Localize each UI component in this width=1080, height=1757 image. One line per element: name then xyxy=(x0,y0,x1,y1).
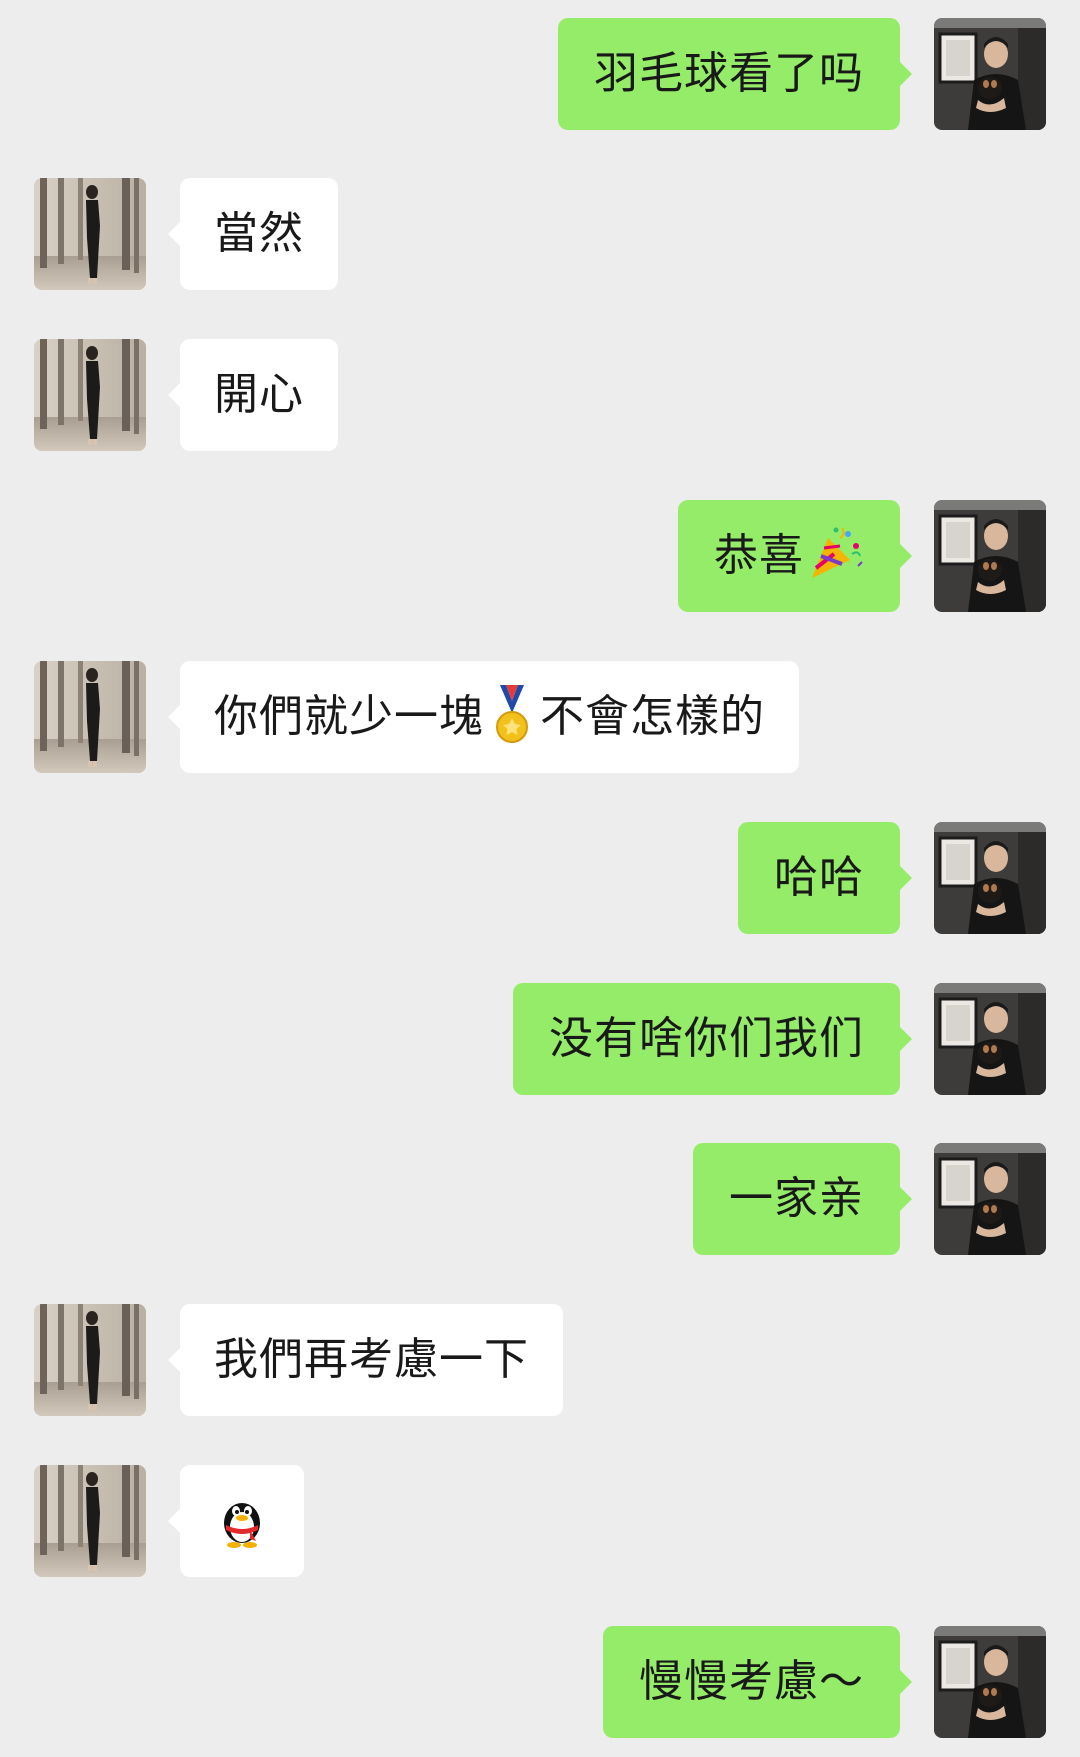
message-row-outgoing: 没有啥你们我们 xyxy=(0,983,1080,1095)
avatar-self-image xyxy=(934,1626,1046,1738)
message-row-outgoing: 恭喜 xyxy=(0,500,1080,612)
message-text: 哈哈 xyxy=(774,852,864,903)
avatar-contact[interactable] xyxy=(34,339,146,451)
message-row-incoming: 開心 xyxy=(0,339,1080,451)
avatar-contact[interactable] xyxy=(34,1465,146,1577)
avatar-contact[interactable] xyxy=(34,1304,146,1416)
message-bubble-outgoing[interactable]: 一家亲 xyxy=(693,1143,912,1255)
avatar-self-image xyxy=(934,983,1046,1095)
message-bubble-outgoing[interactable]: 恭喜 xyxy=(678,500,912,612)
message-text: 一家亲 xyxy=(729,1173,864,1224)
message-text: 當然 xyxy=(214,208,304,259)
message-row-incoming: 你們就少一塊 不會怎樣的 xyxy=(0,661,1080,773)
avatar-self[interactable] xyxy=(934,1143,1046,1255)
message-text: 慢慢考慮～ xyxy=(639,1656,864,1707)
penguin-icon xyxy=(216,1493,268,1549)
avatar-self[interactable] xyxy=(934,18,1046,130)
chat-message-list: 羽毛球看了吗 當然 開心 恭喜 你們就少一塊 不會怎樣的 哈哈 没有啥你们我们 … xyxy=(0,0,1080,1757)
message-bubble-incoming[interactable]: 我們再考慮一下 xyxy=(168,1304,563,1416)
message-row-incoming xyxy=(0,1465,1080,1577)
avatar-self[interactable] xyxy=(934,500,1046,612)
avatar-self[interactable] xyxy=(934,1626,1046,1738)
avatar-self[interactable] xyxy=(934,983,1046,1095)
avatar-self-image xyxy=(934,822,1046,934)
message-text: 羽毛球看了吗 xyxy=(594,48,864,99)
message-text: 我們再考慮一下 xyxy=(214,1334,529,1385)
message-text: 恭喜 xyxy=(714,530,804,581)
avatar-contact[interactable] xyxy=(34,178,146,290)
message-row-outgoing: 慢慢考慮～ xyxy=(0,1626,1080,1738)
message-bubble-outgoing[interactable]: 没有啥你们我们 xyxy=(513,983,912,1095)
message-row-outgoing: 哈哈 xyxy=(0,822,1080,934)
message-row-incoming: 當然 xyxy=(0,178,1080,290)
message-bubble-incoming[interactable]: 開心 xyxy=(168,339,338,451)
message-row-outgoing: 羽毛球看了吗 xyxy=(0,18,1080,130)
message-row-outgoing: 一家亲 xyxy=(0,1143,1080,1255)
avatar-self-image xyxy=(934,18,1046,130)
message-bubble-outgoing[interactable]: 慢慢考慮～ xyxy=(603,1626,912,1738)
message-bubble-outgoing[interactable]: 哈哈 xyxy=(738,822,912,934)
party-popper-icon xyxy=(804,524,864,584)
avatar-self[interactable] xyxy=(934,822,1046,934)
message-bubble-incoming[interactable]: 當然 xyxy=(168,178,338,290)
message-text: 開心 xyxy=(214,369,304,420)
gold-medal-icon xyxy=(492,685,532,745)
message-row-incoming: 我們再考慮一下 xyxy=(0,1304,1080,1416)
message-bubble-outgoing[interactable]: 羽毛球看了吗 xyxy=(558,18,912,130)
avatar-contact-image xyxy=(34,1304,146,1416)
avatar-contact-image xyxy=(34,178,146,290)
message-text-before: 你們就少一塊 xyxy=(214,691,484,742)
avatar-contact-image xyxy=(34,661,146,773)
message-bubble-incoming[interactable]: 你們就少一塊 不會怎樣的 xyxy=(168,661,799,773)
message-bubble-incoming-sticker[interactable] xyxy=(168,1465,304,1577)
avatar-contact-image xyxy=(34,1465,146,1577)
avatar-self-image xyxy=(934,1143,1046,1255)
message-text-after: 不會怎樣的 xyxy=(540,691,765,742)
avatar-self-image xyxy=(934,500,1046,612)
avatar-contact-image xyxy=(34,339,146,451)
message-text: 没有啥你们我们 xyxy=(549,1013,864,1064)
avatar-contact[interactable] xyxy=(34,661,146,773)
